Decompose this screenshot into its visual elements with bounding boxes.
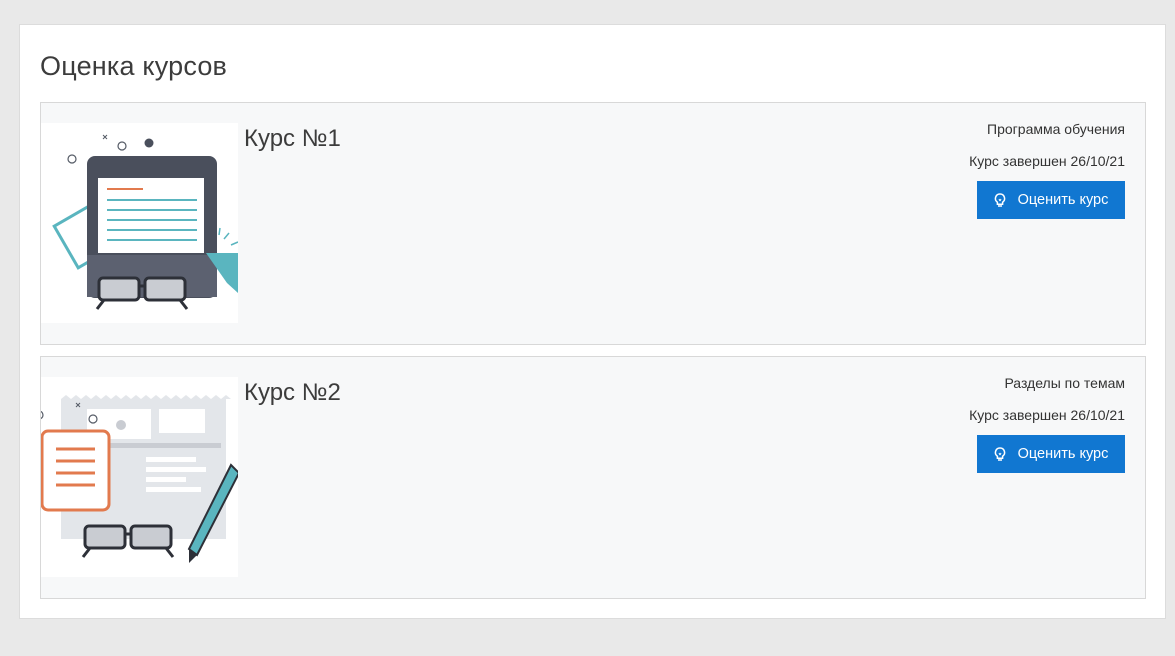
tablet-glasses-illustration: [52, 134, 238, 310]
lightbulb-icon: [994, 446, 1006, 462]
course-title[interactable]: Курс №2: [244, 379, 341, 407]
course-type: Программа обучения: [987, 121, 1125, 137]
rate-course-label: Оценить курс: [1017, 192, 1109, 208]
rate-course-button[interactable]: Оценить курс: [977, 435, 1125, 473]
course-title[interactable]: Курс №1: [244, 125, 341, 153]
course-card: Курс №1 Программа обучения Курс завершен…: [40, 102, 1146, 345]
rate-course-label: Оценить курс: [1017, 446, 1109, 462]
lightbulb-icon: [994, 192, 1006, 208]
course-thumbnail: [41, 123, 238, 323]
rate-course-button[interactable]: Оценить курс: [977, 181, 1125, 219]
document-pen-glasses-illustration: [41, 395, 238, 563]
course-status: Курс завершен 26/10/21: [969, 153, 1125, 169]
course-type: Разделы по темам: [1004, 375, 1125, 391]
course-status: Курс завершен 26/10/21: [969, 407, 1125, 423]
page-title: Оценка курсов: [40, 51, 228, 81]
course-rating-panel: Оценка курсов Курс №1 Программа обучения…: [19, 24, 1166, 619]
course-thumbnail: [41, 377, 238, 577]
course-card: Курс №2 Разделы по темам Курс завершен 2…: [40, 356, 1146, 599]
